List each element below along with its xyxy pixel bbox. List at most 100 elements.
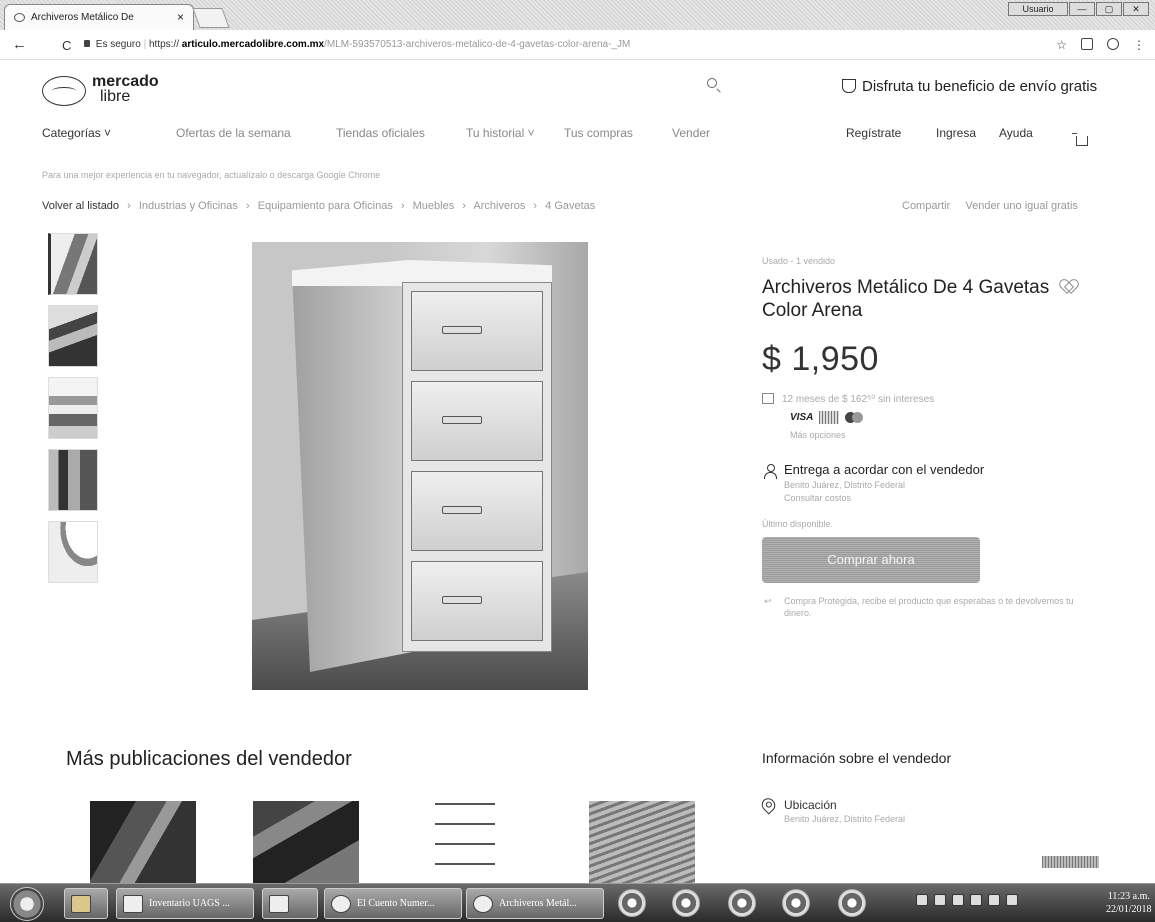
taskbar-powerpoint[interactable] xyxy=(262,888,318,919)
favicon-icon xyxy=(14,13,25,22)
search-icon[interactable] xyxy=(707,78,717,88)
more-payment-options-link[interactable]: Más opciones xyxy=(790,430,1112,440)
browser-tab[interactable]: Archiveros Metálico De × xyxy=(4,4,194,30)
nav-offers[interactable]: Ofertas de la semana xyxy=(176,126,291,140)
extension-2-icon[interactable] xyxy=(1107,38,1119,50)
location-pin-icon xyxy=(758,795,779,815)
related-item-2[interactable] xyxy=(253,801,359,883)
product-title: Archiveros Metálico De 4 Gavetas Color A… xyxy=(762,277,1050,321)
buy-now-button[interactable]: Comprar ahora xyxy=(762,537,980,583)
breadcrumb-separator: › xyxy=(462,200,466,212)
thumbnail-list xyxy=(48,233,98,593)
nav-history[interactable]: Tu historial ˅ xyxy=(466,126,535,140)
chrome-icon xyxy=(473,895,493,913)
heart-icon[interactable] xyxy=(1061,280,1075,292)
taskbar-explorer[interactable] xyxy=(64,888,108,919)
tray-icon[interactable] xyxy=(916,894,928,906)
nav-register[interactable]: Regístrate xyxy=(846,126,901,140)
new-tab-button[interactable] xyxy=(192,8,230,28)
taskbar-clock[interactable]: 11:23 a.m. 22/01/2018 xyxy=(1106,890,1152,916)
installments-text: 12 meses de $ 162⁵⁰ sin intereses xyxy=(782,394,935,405)
taskbar-label: El Cuento Numer... xyxy=(357,898,435,909)
taskbar-label: Inventario UAGS ... xyxy=(149,898,230,909)
maximize-button[interactable]: ▢ xyxy=(1096,2,1122,16)
browser-toolbar: ← C Es seguro | https:// articulo.mercad… xyxy=(0,30,1155,60)
breadcrumb-item[interactable]: Muebles xyxy=(413,200,455,212)
delivery-costs-link[interactable]: Consultar costos xyxy=(784,493,1112,503)
window-user-badge[interactable]: Usuario xyxy=(1008,2,1068,16)
breadcrumb-item[interactable]: Industrias y Oficinas xyxy=(139,200,238,212)
share-link[interactable]: Compartir xyxy=(902,200,950,212)
nav-categories[interactable]: Categorías ˅ xyxy=(42,126,111,140)
toolbar-right: ☆ ⋮ xyxy=(1056,38,1145,52)
thumbnail-5[interactable] xyxy=(48,521,98,583)
clock-time: 11:23 a.m. xyxy=(1107,891,1150,902)
tray-icon[interactable] xyxy=(934,894,946,906)
taskbar-app-icon[interactable] xyxy=(672,889,700,917)
more-publications-title: Más publicaciones del vendedor xyxy=(66,748,352,770)
taskbar-app-icon[interactable] xyxy=(838,889,866,917)
reload-icon[interactable]: C xyxy=(62,38,71,53)
url-scheme: https:// xyxy=(148,39,179,50)
breadcrumb-separator: › xyxy=(400,200,405,212)
thumbnail-3[interactable] xyxy=(48,377,98,439)
tab-close-icon[interactable]: × xyxy=(177,10,184,24)
protected-purchase-note: ↩ Compra Protegida, recibe el producto q… xyxy=(762,595,1082,619)
bookmark-star-icon[interactable]: ☆ xyxy=(1056,38,1067,52)
seller-badge xyxy=(1042,856,1099,868)
breadcrumb-item[interactable]: 4 Gavetas xyxy=(545,200,595,212)
folder-icon xyxy=(71,895,91,913)
breadcrumb-item[interactable]: Archiveros xyxy=(473,200,525,212)
back-to-listing-link[interactable]: Volver al listado xyxy=(42,200,119,212)
nav-help[interactable]: Ayuda xyxy=(999,126,1033,140)
taskbar-chrome-1[interactable]: El Cuento Numer... xyxy=(324,888,462,919)
url-path: /MLM-593570513-archiveros-metalico-de-4-… xyxy=(324,39,631,50)
taskbar-app-icon[interactable] xyxy=(728,889,756,917)
sell-same-link[interactable]: Vender uno igual gratis xyxy=(965,200,1078,212)
address-bar[interactable]: Es seguro | https:// articulo.mercadolib… xyxy=(84,35,1034,55)
related-item-3[interactable] xyxy=(435,801,495,883)
cart-icon[interactable] xyxy=(1072,133,1088,146)
taskbar-app-icon[interactable] xyxy=(782,889,810,917)
system-tray xyxy=(916,894,1018,906)
word-icon xyxy=(123,895,143,913)
nav-official-stores[interactable]: Tiendas oficiales xyxy=(336,126,425,140)
arrow-icon: ↩ xyxy=(764,596,772,606)
browser-menu-icon[interactable]: ⋮ xyxy=(1133,38,1145,52)
taskbar-word[interactable]: Inventario UAGS ... xyxy=(116,888,254,919)
calendar-icon xyxy=(762,393,774,404)
browser-notice: Para una mejor experiencia en tu navegad… xyxy=(42,170,381,180)
breadcrumb-item[interactable]: Equipamiento para Oficinas xyxy=(258,200,393,212)
stock-label: Último disponible. xyxy=(762,519,834,529)
nav-purchases[interactable]: Tus compras xyxy=(564,126,633,140)
tray-icon[interactable] xyxy=(952,894,964,906)
close-window-button[interactable]: ✕ xyxy=(1123,2,1149,16)
minimize-button[interactable]: — xyxy=(1069,2,1095,16)
thumbnail-1[interactable] xyxy=(48,233,98,295)
nav-login[interactable]: Ingresa xyxy=(936,126,976,140)
related-item-4[interactable] xyxy=(589,801,695,883)
breadcrumb-separator: › xyxy=(127,200,131,212)
tray-icon[interactable] xyxy=(970,894,982,906)
main-product-photo[interactable] xyxy=(252,242,588,690)
thumbnail-2[interactable] xyxy=(48,305,98,367)
free-shipping-promo[interactable]: Disfruta tu beneficio de envío gratis xyxy=(842,78,1097,95)
nav-sell[interactable]: Vender xyxy=(672,126,710,140)
extension-icon[interactable] xyxy=(1081,38,1093,50)
start-button[interactable] xyxy=(10,887,44,921)
buy-box: Usado - 1 vendido Archiveros Metálico De… xyxy=(762,256,1112,619)
mercadolibre-logo[interactable]: mercado libre xyxy=(42,74,192,108)
handshake-icon xyxy=(42,76,86,106)
volume-icon[interactable] xyxy=(1006,894,1018,906)
site-header: mercado libre Disfruta tu beneficio de e… xyxy=(0,60,1155,185)
related-item-1[interactable] xyxy=(90,801,196,883)
tray-icon[interactable] xyxy=(988,894,1000,906)
installments-row: 12 meses de $ 162⁵⁰ sin intereses xyxy=(762,393,1112,405)
breadcrumb-separator: › xyxy=(533,200,538,212)
thumbnail-4[interactable] xyxy=(48,449,98,511)
url-host: articulo.mercadolibre.com.mx xyxy=(181,39,325,50)
taskbar-app-icon[interactable] xyxy=(618,889,646,917)
taskbar-chrome-2[interactable]: Archiveros Metál... xyxy=(466,888,604,919)
back-arrow-icon[interactable]: ← xyxy=(12,36,27,53)
clock-date: 22/01/2018 xyxy=(1106,904,1152,915)
